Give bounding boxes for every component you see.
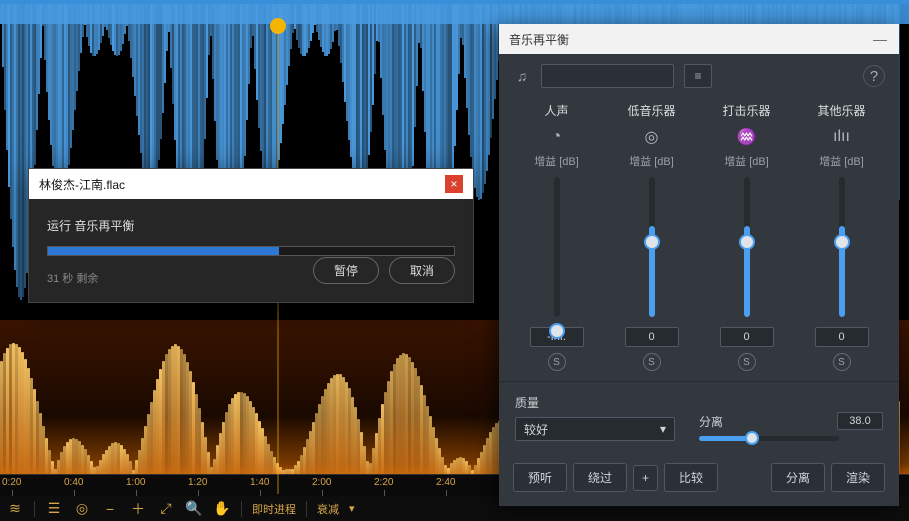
tuning-fork-icon: ♫ <box>513 67 531 85</box>
column-title: 人声 <box>544 102 568 119</box>
gain-column-2: 打击乐器 ♒ 增益 [dB] 0 S <box>705 102 789 371</box>
pause-button[interactable]: 暂停 <box>313 257 379 284</box>
gain-label: 增益 [dB] <box>534 153 579 169</box>
column-title: 其他乐器 <box>817 102 865 119</box>
timeline-label: 0:20 <box>2 477 21 488</box>
preset-menu-button[interactable]: ≡ <box>684 64 712 88</box>
instant-process-label[interactable]: 即时进程 <box>252 501 296 517</box>
timeline-label: 1:00 <box>126 477 145 488</box>
gain-value[interactable]: 0 <box>720 327 774 347</box>
preview-button[interactable]: 预听 <box>513 463 567 492</box>
quality-value: 较好 <box>524 421 548 438</box>
instrument-icon: ♒ <box>737 127 757 147</box>
preset-dropdown[interactable] <box>541 64 674 88</box>
panel-minimize-icon[interactable]: — <box>871 30 889 48</box>
quality-select[interactable]: 较好 ▾ <box>515 417 675 441</box>
gain-slider[interactable] <box>649 177 655 317</box>
panel-title-text: 音乐再平衡 <box>509 31 569 48</box>
timeline-label: 1:40 <box>250 477 269 488</box>
column-title: 低音乐器 <box>627 102 675 119</box>
zoom-in-icon[interactable]: ＋ <box>129 500 147 518</box>
plus-button[interactable]: + <box>633 465 658 491</box>
column-title: 打击乐器 <box>722 102 770 119</box>
waveform-mode-icon[interactable]: ≋ <box>6 500 24 518</box>
timeline-label: 0:40 <box>64 477 83 488</box>
gain-slider[interactable] <box>744 177 750 317</box>
gain-column-1: 低音乐器 ◎ 增益 [dB] 0 S <box>610 102 694 371</box>
fade-label[interactable]: 衰减 <box>317 501 339 517</box>
instrument-icon: ◔ <box>552 127 562 147</box>
quality-label: 质量 <box>515 394 675 411</box>
panel-titlebar[interactable]: 音乐再平衡 — <box>499 24 899 54</box>
help-icon[interactable]: ? <box>863 65 885 87</box>
instrument-icon: ◎ <box>645 127 659 147</box>
chevron-down-icon: ▾ <box>660 422 666 436</box>
dialog-message: 运行 音乐再平衡 <box>47 217 455 234</box>
compare-button[interactable]: 比较 <box>664 463 718 492</box>
fade-chevron-icon[interactable]: ▾ <box>349 502 355 515</box>
separation-label: 分离 <box>699 413 723 430</box>
list-icon[interactable]: ☰ <box>45 500 63 518</box>
progress-dialog: 林俊杰-江南.flac × 运行 音乐再平衡 31 秒 剩余 暂停 取消 <box>28 168 474 303</box>
separation-value[interactable]: 38.0 <box>837 412 883 430</box>
separation-slider[interactable] <box>699 436 839 441</box>
progress-bar <box>47 246 455 256</box>
cancel-button[interactable]: 取消 <box>389 257 455 284</box>
solo-button[interactable]: S <box>548 353 566 371</box>
gain-column-0: 人声◔增益 [dB]-Inf.S <box>515 102 599 371</box>
gain-slider[interactable] <box>554 177 560 317</box>
timeline-label: 2:00 <box>312 477 331 488</box>
settings-icon[interactable]: ◎ <box>73 500 91 518</box>
separate-button[interactable]: 分离 <box>771 463 825 492</box>
solo-button[interactable]: S <box>643 353 661 371</box>
close-icon[interactable]: × <box>445 175 463 193</box>
gain-value[interactable]: 0 <box>625 327 679 347</box>
gain-label: 增益 [dB] <box>819 153 864 169</box>
render-button[interactable]: 渲染 <box>831 463 885 492</box>
dialog-titlebar[interactable]: 林俊杰-江南.flac × <box>29 169 473 199</box>
music-rebalance-panel: 音乐再平衡 — ♫ ≡ ? 人声◔增益 [dB]-Inf.S低音乐器◎增益 [d… <box>499 24 899 506</box>
zoom-out-icon[interactable]: − <box>101 500 119 518</box>
magnify-icon[interactable]: 🔍 <box>185 500 203 518</box>
hand-icon[interactable]: ✋ <box>213 500 231 518</box>
dialog-title-text: 林俊杰-江南.flac <box>39 176 125 193</box>
zoom-vert-icon[interactable]: ⤢ <box>157 500 175 518</box>
gain-slider[interactable] <box>839 177 845 317</box>
gain-label: 增益 [dB] <box>629 153 674 169</box>
gain-column-3: 其他乐器 ılıı 增益 [dB] 0 S <box>800 102 884 371</box>
timeline-label: 2:40 <box>436 477 455 488</box>
solo-button[interactable]: S <box>833 353 851 371</box>
timeline-label: 1:20 <box>188 477 207 488</box>
timeline-label: 2:20 <box>374 477 393 488</box>
solo-button[interactable]: S <box>738 353 756 371</box>
time-remaining: 31 秒 剩余 <box>47 270 98 286</box>
bypass-button[interactable]: 绕过 <box>573 463 627 492</box>
gain-value[interactable]: 0 <box>815 327 869 347</box>
instrument-icon: ılıı <box>833 127 850 147</box>
gain-label: 增益 [dB] <box>724 153 769 169</box>
